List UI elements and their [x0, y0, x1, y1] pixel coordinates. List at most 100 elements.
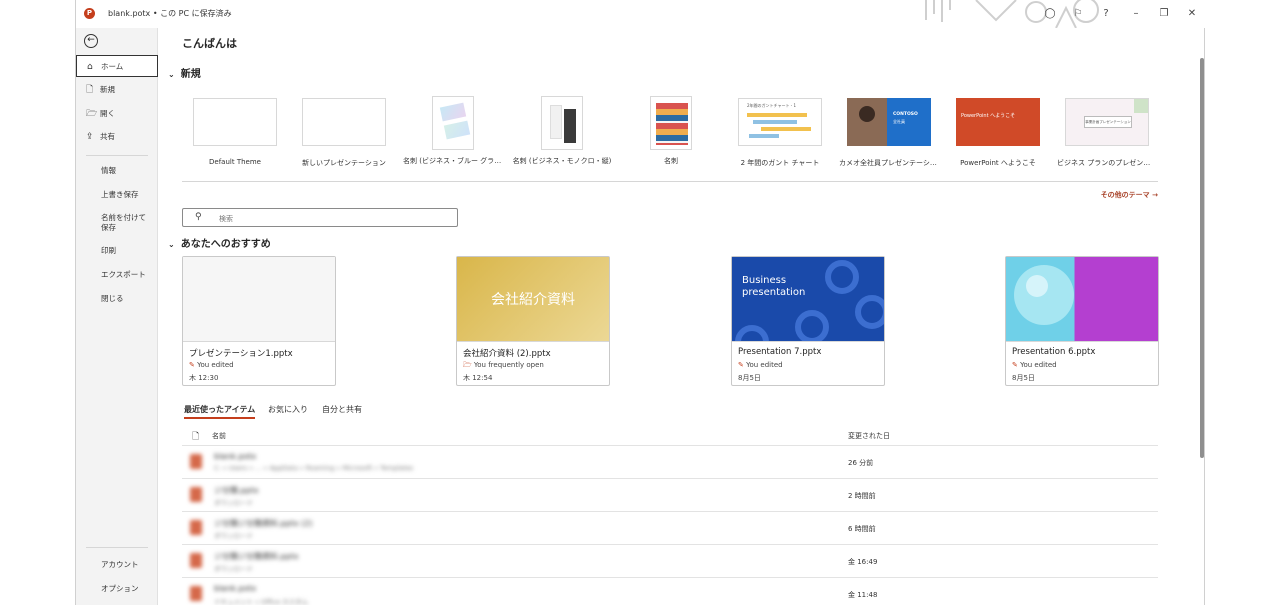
- pptx-file-icon: [190, 487, 202, 502]
- thumbnail-caption: 2年間のガントチャート - 1: [747, 103, 797, 108]
- sidebar-item-close[interactable]: 閉じる: [76, 294, 158, 308]
- template-thumbnail: [650, 96, 692, 150]
- pptx-file-icon: [190, 553, 202, 568]
- thumbnail-caption: CONTOSO: [893, 112, 918, 117]
- template-new-presentation[interactable]: 新しいプレゼンテーション: [294, 96, 394, 168]
- search-input[interactable]: ⚲ 検索: [182, 208, 458, 227]
- card-file-name: Presentation 7.pptx: [738, 347, 822, 357]
- backstage-sidebar: ← ⌂ ホーム 🗋 新規 🗁 開く ⇪ 共有 情報 上書き保存 名前を付けて保存…: [76, 28, 158, 605]
- folder-icon: 🗁: [86, 109, 98, 119]
- row-file-path: ダウンロード: [214, 532, 253, 540]
- recommended-section-header[interactable]: ⌄ あなたへのおすすめ: [168, 235, 271, 250]
- template-business-plan[interactable]: 事業計画プレゼンテーション ビジネス プランのプレゼンテーショ…: [1057, 96, 1157, 168]
- recommended-file-card[interactable]: Business presentation Presentation 7.ppt…: [731, 256, 885, 386]
- table-row[interactable]: ジ分類ジ分類資料.pptx ダウンロード 金 16:49: [182, 544, 1158, 577]
- sidebar-item-open[interactable]: 🗁 開く: [76, 103, 158, 125]
- row-modified: 金 16:49: [848, 558, 878, 566]
- sidebar-divider: [86, 547, 148, 548]
- template-label: 名刺 (ビジネス・モノクロ・縦): [512, 157, 612, 165]
- template-thumbnail: PowerPoint へようこそ: [956, 98, 1040, 146]
- column-header-name[interactable]: 名前: [212, 431, 226, 441]
- edit-icon: ✎: [738, 361, 744, 369]
- recommended-file-card[interactable]: 会社紹介資料 会社紹介資料 (2).pptx 🗁 You frequently …: [456, 256, 610, 386]
- tab-favorites[interactable]: お気に入り: [268, 404, 308, 415]
- document-title: blank.potx • この PC に保存済み: [108, 9, 232, 18]
- card-date: 木 12:54: [463, 374, 493, 382]
- sidebar-item-save-as[interactable]: 名前を付けて保存: [76, 213, 148, 235]
- more-themes-link[interactable]: その他のテーマ →: [1101, 190, 1158, 200]
- column-header-modified[interactable]: 変更された日: [848, 431, 890, 441]
- template-gantt-chart[interactable]: 2年間のガントチャート - 1 2 年間のガント チャート: [730, 96, 830, 168]
- thumbnail-caption: Business presentation: [742, 275, 806, 298]
- search-icon: ⚲: [195, 212, 202, 222]
- card-date: 木 12:30: [189, 374, 219, 382]
- edit-icon: ✎: [1012, 361, 1018, 369]
- home-pane: こんばんは ⌄ 新規 Default Theme 新しいプレゼンテーション 名刺 …: [158, 28, 1206, 605]
- table-row[interactable]: blank.potx ドキュメント » Office カスタム 金 11:48: [182, 577, 1158, 605]
- account-icon[interactable]: ◯: [1042, 6, 1058, 22]
- row-file-name: blank.potx: [214, 452, 257, 461]
- sidebar-item-print[interactable]: 印刷: [76, 246, 158, 260]
- sidebar-item-info[interactable]: 情報: [76, 166, 158, 180]
- card-thumbnail: [1006, 257, 1158, 342]
- template-thumbnail: 2年間のガントチャート - 1: [738, 98, 822, 146]
- sidebar-item-label: 新規: [100, 85, 115, 94]
- restore-icon[interactable]: ❐: [1156, 6, 1172, 22]
- template-label: PowerPoint へようこそ: [960, 159, 1036, 167]
- home-icon: ⌂: [87, 62, 93, 72]
- share-icon: ⇪: [86, 132, 94, 142]
- table-row[interactable]: blank.potx C: » Users » ... » AppData » …: [182, 445, 1158, 478]
- template-business-card-mono[interactable]: 名刺 (ビジネス・モノクロ・縦): [512, 96, 612, 166]
- row-modified: 金 11:48: [848, 591, 878, 599]
- card-file-name: 会社紹介資料 (2).pptx: [463, 349, 551, 359]
- row-file-name: ジ分類ジ分類資料.pptx: [214, 552, 299, 561]
- sidebar-item-home[interactable]: ⌂ ホーム: [76, 55, 158, 77]
- template-default-theme[interactable]: Default Theme: [185, 96, 285, 166]
- help-icon[interactable]: ?: [1098, 6, 1114, 22]
- minimize-icon[interactable]: –: [1128, 6, 1144, 22]
- thumbnail-caption: 全社員: [893, 119, 905, 124]
- folder-icon: 🗁: [463, 361, 472, 369]
- recommended-file-card[interactable]: Presentation 6.pptx ✎ You edited 8月5日: [1005, 256, 1159, 386]
- tab-recent[interactable]: 最近使ったアイテム: [184, 404, 256, 419]
- template-label: 2 年間のガント チャート: [740, 159, 820, 167]
- sidebar-item-options[interactable]: オプション: [76, 584, 158, 598]
- table-row[interactable]: ジ分類.pptx ダウンロード 2 時間前: [182, 478, 1158, 511]
- sidebar-item-export[interactable]: エクスポート: [76, 270, 158, 284]
- row-file-path: C: » Users » ... » AppData » Roaming » M…: [214, 464, 414, 472]
- greeting-heading: こんばんは: [182, 37, 237, 50]
- sidebar-item-save[interactable]: 上書き保存: [76, 190, 158, 204]
- template-cameo-presentation[interactable]: CONTOSO 全社員 カメオ全社員プレゼンテーション: [839, 96, 939, 168]
- edit-icon: ✎: [189, 361, 195, 369]
- back-arrow-icon[interactable]: ←: [84, 34, 98, 48]
- template-thumbnail: 事業計画プレゼンテーション: [1065, 98, 1149, 146]
- template-thumbnail: [541, 96, 583, 150]
- table-row[interactable]: ジ分類ジ分類資料.pptx (2) ダウンロード 6 時間前: [182, 511, 1158, 544]
- search-placeholder: 検索: [219, 215, 233, 223]
- sidebar-item-share[interactable]: ⇪ 共有: [76, 126, 158, 148]
- vertical-scrollbar[interactable]: [1200, 58, 1204, 458]
- template-thumbnail: CONTOSO 全社員: [847, 98, 931, 146]
- template-welcome-powerpoint[interactable]: PowerPoint へようこそ PowerPoint へようこそ: [948, 96, 1048, 168]
- template-label: 名刺: [664, 157, 678, 165]
- sidebar-item-new[interactable]: 🗋 新規: [76, 79, 158, 101]
- template-business-card-blue[interactable]: 名刺 (ビジネス・ブルー グラデ…: [403, 96, 503, 166]
- feedback-icon[interactable]: ⚐: [1070, 6, 1086, 22]
- sidebar-item-account[interactable]: アカウント: [76, 560, 158, 574]
- new-section-header[interactable]: ⌄ 新規: [168, 65, 201, 80]
- recommended-file-card[interactable]: プレゼンテーション1.pptx ✎ You edited 木 12:30: [182, 256, 336, 386]
- title-decoration: [925, 0, 1099, 28]
- tab-shared[interactable]: 自分と共有: [322, 404, 362, 415]
- thumbnail-caption: 事業計画プレゼンテーション: [1084, 116, 1132, 128]
- card-thumbnail: [183, 257, 335, 342]
- template-label: カメオ全社員プレゼンテーション: [839, 159, 939, 167]
- card-activity: ✎ You edited: [1012, 361, 1057, 369]
- template-business-card[interactable]: 名刺: [621, 96, 721, 166]
- divider: [182, 181, 1158, 182]
- card-activity: ✎ You edited: [738, 361, 783, 369]
- powerpoint-logo-icon: P: [84, 8, 95, 19]
- chevron-down-icon: ⌄: [168, 240, 175, 249]
- thumbnail-caption: 会社紹介資料: [491, 292, 575, 308]
- close-icon[interactable]: ✕: [1184, 6, 1200, 22]
- card-date: 8月5日: [1012, 374, 1035, 382]
